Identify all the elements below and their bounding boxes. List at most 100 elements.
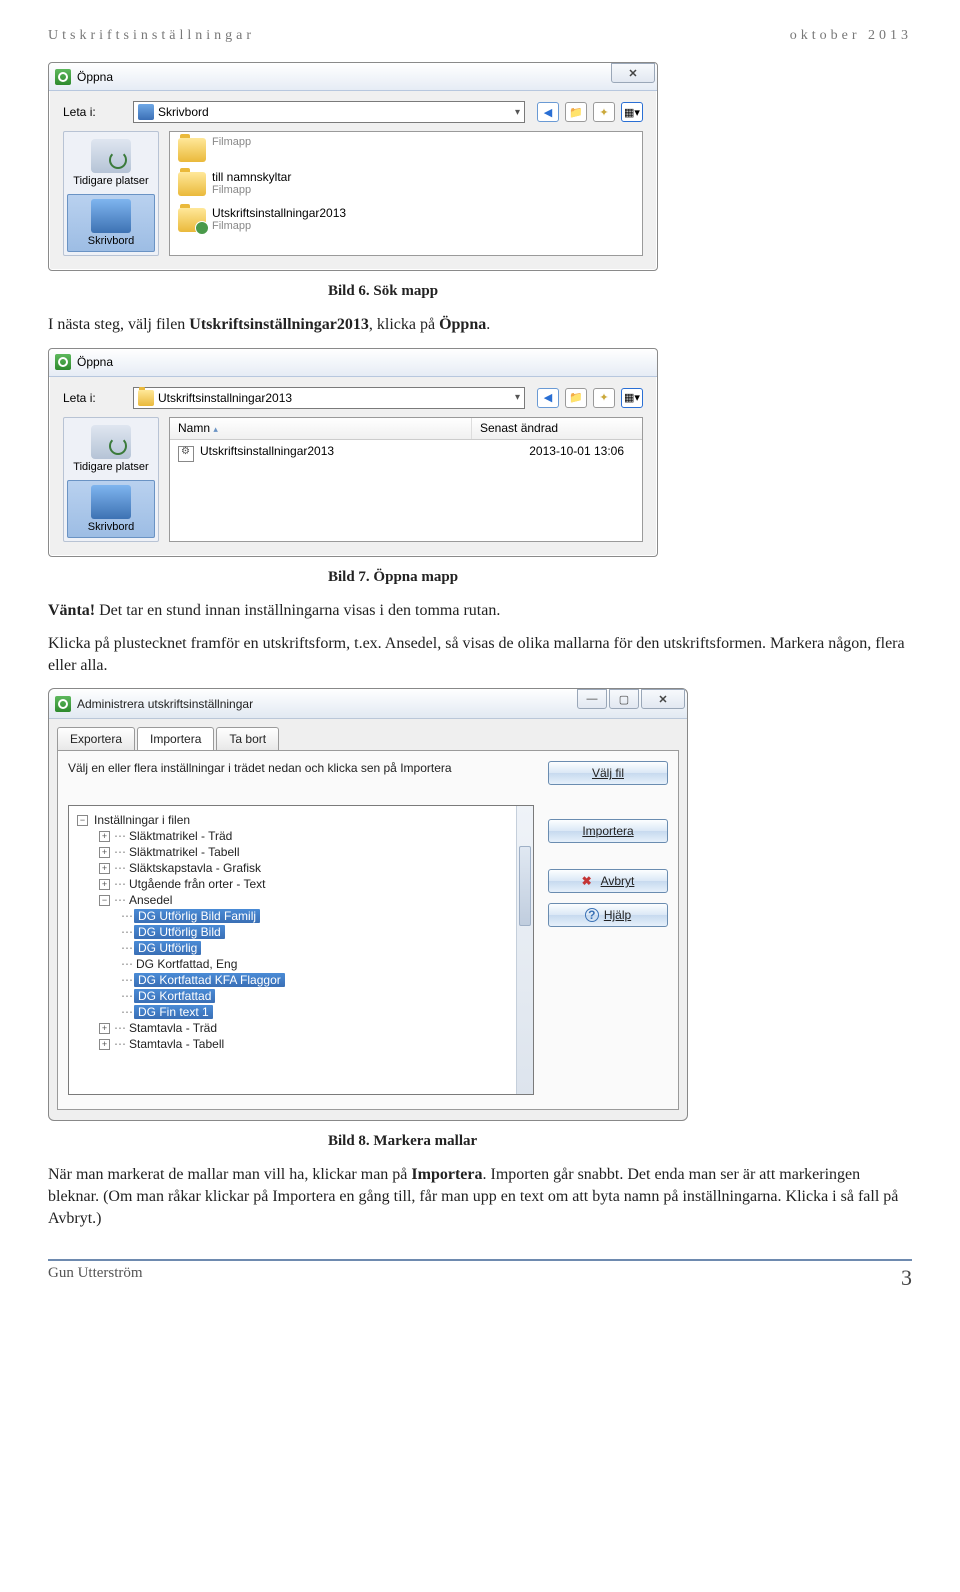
admin-title-text: Administrera utskriftsinställningar [77, 697, 253, 711]
places-pane: Tidigare platser Skrivbord [63, 131, 159, 256]
expand-icon[interactable]: + [99, 1023, 110, 1034]
look-in-combo[interactable]: Utskriftsinstallningar2013 ▾ [133, 387, 525, 409]
app-icon [55, 696, 71, 712]
app-icon [55, 354, 71, 370]
tree-leaf-selected[interactable]: DG Utförlig Bild Familj [134, 909, 260, 923]
para-1: I nästa steg, välj filen Utskriftsinstäl… [48, 314, 912, 336]
tree-leaf-selected[interactable]: DG Utförlig Bild [134, 925, 225, 939]
up-folder-icon[interactable]: 📁 [565, 102, 587, 122]
expand-icon[interactable]: + [99, 831, 110, 842]
place-label: Skrivbord [88, 521, 134, 533]
chevron-down-icon: ▾ [515, 392, 520, 403]
figure-admin-window: Administrera utskriftsinställningar — ▢ … [48, 688, 912, 1121]
look-in-combo[interactable]: Skrivbord ▾ [133, 101, 525, 123]
look-in-label: Leta i: [63, 105, 133, 119]
open-dialog-2: Öppna Leta i: Utskriftsinstallningar2013… [48, 348, 658, 557]
place-label: Tidigare platser [73, 175, 148, 187]
back-icon[interactable]: ◀ [537, 102, 559, 122]
tab-panel-import: Välj en eller flera inställningar i träd… [57, 750, 679, 1110]
open-dialog-1: Öppna ✕ Leta i: Skrivbord ▾ ◀ 📁 [48, 62, 658, 271]
para-3: Klicka på plustecknet framför en utskrif… [48, 633, 912, 676]
col-modified[interactable]: Senast ändrad [472, 418, 642, 439]
place-label: Skrivbord [88, 235, 134, 247]
places-pane: Tidigare platser Skrivbord [63, 417, 159, 542]
collapse-icon[interactable]: − [77, 815, 88, 826]
file-name: till namnskyltar [212, 170, 291, 184]
help-button[interactable]: Hjälp [548, 903, 668, 927]
cancel-icon [582, 874, 596, 888]
doc-header: Utskriftsinställningar oktober 2013 [48, 28, 912, 44]
col-name[interactable]: Namn ▴ [170, 418, 472, 439]
places-recent[interactable]: Tidigare platser [67, 421, 155, 477]
file-listing[interactable]: Filmapp till namnskyltar Filmapp [169, 131, 643, 256]
back-icon[interactable]: ◀ [537, 388, 559, 408]
list-item[interactable]: Utskriftsinstallningar2013 2013-10-01 13… [170, 440, 642, 466]
folder-icon [138, 390, 154, 406]
folder-icon [178, 138, 206, 162]
close-icon[interactable]: ✕ [611, 63, 655, 83]
dialog2-title: Öppna [77, 355, 113, 369]
settings-tree[interactable]: −Inställningar i filen +⋯Släktmatrikel -… [69, 806, 516, 1094]
tab-export[interactable]: Exportera [57, 727, 135, 750]
desktop-icon [138, 104, 154, 120]
cancel-button[interactable]: Avbryt [548, 869, 668, 893]
history-icon [91, 139, 131, 173]
side-buttons: Välj fil Importera Avbryt Hjälp [548, 761, 668, 1099]
tree-leaf-selected[interactable]: DG Kortfattad [134, 989, 215, 1003]
expand-icon[interactable]: + [99, 1039, 110, 1050]
folder-icon [178, 208, 206, 232]
places-desktop[interactable]: Skrivbord [67, 194, 155, 252]
file-name: Utskriftsinstallningar2013 [200, 444, 334, 458]
file-name: Utskriftsinstallningar2013 [212, 206, 346, 220]
select-file-button[interactable]: Välj fil [548, 761, 668, 785]
figure-open-folder: Öppna ✕ Leta i: Skrivbord ▾ ◀ 📁 [48, 62, 912, 271]
look-in-label: Leta i: [63, 391, 133, 405]
admin-titlebar: Administrera utskriftsinställningar — ▢ … [49, 689, 687, 719]
help-icon [585, 908, 599, 922]
tab-delete[interactable]: Ta bort [216, 727, 279, 750]
scrollbar[interactable] [516, 806, 533, 1094]
tab-import[interactable]: Importera [137, 727, 214, 750]
expand-icon[interactable]: + [99, 847, 110, 858]
tree-leaf[interactable]: DG Kortfattad, Eng [136, 957, 237, 971]
file-listing[interactable]: Namn ▴ Senast ändrad Utskriftsinstallnin… [169, 417, 643, 542]
tree-leaf-selected[interactable]: DG Utförlig [134, 941, 201, 955]
minimize-icon[interactable]: — [577, 689, 607, 709]
import-instruction: Välj en eller flera inställningar i träd… [68, 761, 534, 775]
file-sub: Filmapp [212, 136, 251, 149]
expand-icon[interactable]: + [99, 863, 110, 874]
view-menu-icon[interactable]: ▦▾ [621, 388, 643, 408]
import-button[interactable]: Importera [548, 819, 668, 843]
places-recent[interactable]: Tidigare platser [67, 135, 155, 191]
figure-open-file: Öppna Leta i: Utskriftsinstallningar2013… [48, 348, 912, 557]
collapse-icon[interactable]: − [99, 895, 110, 906]
list-item[interactable]: Filmapp [170, 132, 642, 166]
folder-icon [178, 172, 206, 196]
footer-page-number: 3 [901, 1265, 912, 1291]
new-folder-icon[interactable]: ✦ [593, 102, 615, 122]
doc-header-right: oktober 2013 [790, 28, 912, 44]
list-item[interactable]: Utskriftsinstallningar2013 Filmapp [170, 202, 642, 238]
page-footer: Gun Utterström 3 [48, 1259, 912, 1291]
look-in-value: Utskriftsinstallningar2013 [158, 391, 292, 405]
admin-window: Administrera utskriftsinställningar — ▢ … [48, 688, 688, 1121]
tree-leaf-selected[interactable]: DG Kortfattad KFA Flaggor [134, 973, 285, 987]
tree-leaf-selected[interactable]: DG Fin text 1 [134, 1005, 213, 1019]
dialog1-titlebar: Öppna ✕ [49, 63, 657, 91]
dialog2-titlebar: Öppna [49, 349, 657, 377]
para-4: När man markerat de mallar man vill ha, … [48, 1164, 912, 1229]
new-folder-icon[interactable]: ✦ [593, 388, 615, 408]
scrollbar-thumb[interactable] [519, 846, 531, 926]
list-item[interactable]: till namnskyltar Filmapp [170, 166, 642, 202]
settings-file-icon [178, 446, 194, 462]
tree-container: −Inställningar i filen +⋯Släktmatrikel -… [68, 805, 534, 1095]
maximize-icon[interactable]: ▢ [609, 689, 639, 709]
look-in-value: Skrivbord [158, 105, 209, 119]
view-menu-icon[interactable]: ▦▾ [621, 102, 643, 122]
up-folder-icon[interactable]: 📁 [565, 388, 587, 408]
column-headers[interactable]: Namn ▴ Senast ändrad [170, 418, 642, 440]
expand-icon[interactable]: + [99, 879, 110, 890]
places-desktop[interactable]: Skrivbord [67, 480, 155, 538]
file-sub: Filmapp [212, 184, 291, 197]
close-icon[interactable]: ✕ [641, 689, 685, 709]
